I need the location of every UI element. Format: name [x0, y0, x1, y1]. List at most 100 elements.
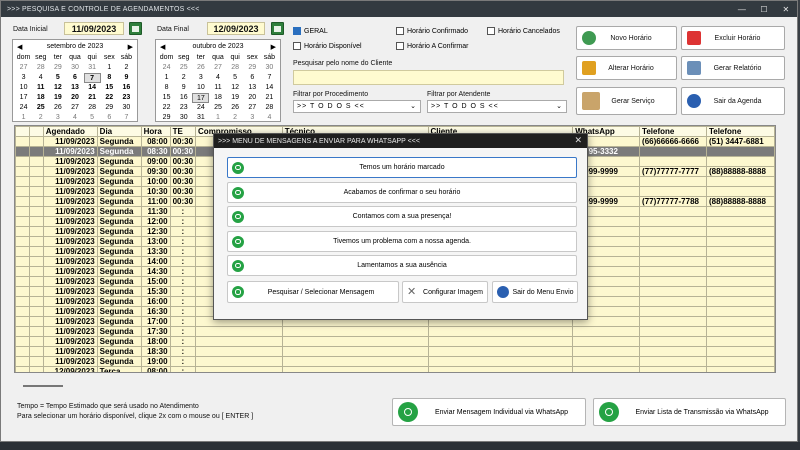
- procedimento-select[interactable]: >> T O D O S << ⌄: [293, 100, 421, 113]
- message-option[interactable]: Acabamos de confirmar o seu horário: [227, 182, 577, 203]
- checkbox-confirmado[interactable]: Horário Confirmado: [396, 27, 468, 35]
- message-option[interactable]: Lamentamos a sua ausência: [227, 255, 577, 276]
- alterar-horario-button[interactable]: Alterar Horário: [576, 56, 677, 80]
- novo-horario-button[interactable]: Novo Horário: [576, 26, 677, 50]
- enviar-individual-button[interactable]: Enviar Mensagem Individual via WhatsApp: [392, 398, 586, 426]
- column-header[interactable]: Hora: [140, 126, 171, 137]
- calendar-day[interactable]: 26: [227, 103, 244, 113]
- calendar-day[interactable]: 26: [49, 103, 66, 113]
- column-header[interactable]: Telefone: [705, 126, 775, 137]
- calendar-day[interactable]: 11: [32, 83, 49, 93]
- checkbox-cancelados[interactable]: Horário Cancelados: [487, 27, 560, 35]
- calendar-day[interactable]: 7: [118, 113, 135, 123]
- calendar-day[interactable]: 27: [209, 63, 226, 73]
- table-row[interactable]: 12/09/2023 Terça 08:00:: [15, 366, 775, 372]
- calendar-day[interactable]: 17: [15, 93, 32, 103]
- calendar-day[interactable]: 13: [244, 83, 261, 93]
- calendar-day[interactable]: 15: [158, 93, 175, 103]
- calendar-day[interactable]: 6: [101, 113, 118, 123]
- calendar-day[interactable]: 3: [15, 73, 32, 83]
- table-row[interactable]: 11/09/2023 Segunda 17:30:: [15, 326, 775, 337]
- calendar-day[interactable]: 27: [244, 103, 261, 113]
- calendar-day[interactable]: 24: [158, 63, 175, 73]
- calendar-icon[interactable]: [271, 22, 284, 35]
- checkbox-geral[interactable]: GERAL: [293, 27, 328, 35]
- calendar-day[interactable]: 16: [175, 93, 192, 103]
- prev-month-icon[interactable]: ◀: [17, 43, 22, 51]
- calendar-day[interactable]: 30: [261, 63, 278, 73]
- calendar-day[interactable]: 14: [84, 83, 101, 93]
- calendar-day[interactable]: 16: [118, 83, 135, 93]
- message-option[interactable]: Contamos com a sua presença!: [227, 206, 577, 227]
- prev-month-icon[interactable]: ◀: [160, 43, 165, 51]
- maximize-button[interactable]: ☐: [753, 1, 775, 17]
- table-row[interactable]: 11/09/2023 Segunda 18:30:: [15, 346, 775, 357]
- sair-menu-envio-button[interactable]: Sair do Menu Envio: [492, 281, 578, 303]
- calendar-day[interactable]: 7: [261, 73, 278, 83]
- calendar-day[interactable]: 26: [192, 63, 209, 73]
- calendar-day[interactable]: 19: [49, 93, 66, 103]
- next-month-icon[interactable]: ▶: [128, 43, 133, 51]
- table-row[interactable]: 11/09/2023 Segunda 18:00:: [15, 336, 775, 347]
- calendar-day[interactable]: 17: [192, 93, 210, 103]
- calendar-day[interactable]: 24: [192, 103, 209, 113]
- calendar-day[interactable]: 13: [66, 83, 83, 93]
- calendar-day[interactable]: 21: [84, 93, 101, 103]
- calendar-day[interactable]: 11: [209, 83, 226, 93]
- calendar-day[interactable]: 28: [227, 63, 244, 73]
- calendar-day[interactable]: 12: [49, 83, 66, 93]
- calendar-day[interactable]: 31: [84, 63, 101, 73]
- data-final-field[interactable]: 12/09/2023: [207, 22, 265, 35]
- calendar-day[interactable]: 3: [49, 113, 66, 123]
- calendar-day[interactable]: 28: [84, 103, 101, 113]
- calendar-day[interactable]: 3: [192, 73, 209, 83]
- calendar-day[interactable]: 31: [192, 113, 209, 123]
- data-inicial-field[interactable]: 11/09/2023: [64, 22, 124, 35]
- calendar-day[interactable]: 1: [101, 63, 118, 73]
- table-row[interactable]: 11/09/2023 Segunda 19:00:: [15, 356, 775, 367]
- calendar-day[interactable]: 29: [49, 63, 66, 73]
- calendar-day[interactable]: 2: [175, 73, 192, 83]
- calendar-day[interactable]: 10: [192, 83, 209, 93]
- column-header[interactable]: Telefone: [639, 126, 707, 137]
- calendar-day[interactable]: 30: [66, 63, 83, 73]
- calendar-day[interactable]: 29: [244, 63, 261, 73]
- calendar-day[interactable]: 18: [209, 93, 226, 103]
- calendar-day[interactable]: 4: [261, 113, 278, 123]
- gerar-relatorio-button[interactable]: Gerar Relatório: [681, 56, 785, 80]
- calendar-icon[interactable]: [129, 22, 142, 35]
- calendar-day[interactable]: 30: [175, 113, 192, 123]
- calendar-day[interactable]: 7: [83, 73, 101, 83]
- calendar-day[interactable]: 4: [66, 113, 83, 123]
- calendar-day[interactable]: 15: [101, 83, 118, 93]
- calendar-day[interactable]: 9: [175, 83, 192, 93]
- column-header[interactable]: TE: [169, 126, 197, 137]
- minimize-button[interactable]: —: [731, 1, 753, 17]
- calendar-day[interactable]: 2: [32, 113, 49, 123]
- calendar-day[interactable]: 22: [158, 103, 175, 113]
- calendar-day[interactable]: 4: [32, 73, 49, 83]
- calendar-day[interactable]: 23: [118, 93, 135, 103]
- calendar-day[interactable]: 29: [101, 103, 118, 113]
- calendar-day[interactable]: 22: [101, 93, 118, 103]
- calendar-day[interactable]: 18: [32, 93, 49, 103]
- calendar-day[interactable]: 1: [158, 73, 175, 83]
- checkbox-disponivel[interactable]: Horário Disponível: [293, 42, 362, 50]
- calendar-day[interactable]: 23: [175, 103, 192, 113]
- calendar-day[interactable]: 21: [261, 93, 278, 103]
- atendente-select[interactable]: >> T O D O S << ⌄: [427, 100, 567, 113]
- sair-agenda-button[interactable]: Sair da Agenda: [681, 87, 785, 115]
- calendar-day[interactable]: 1: [15, 113, 32, 123]
- message-option[interactable]: Tivemos um problema com a nossa agenda.: [227, 231, 577, 252]
- close-icon[interactable]: ✕: [574, 135, 582, 146]
- column-header[interactable]: Agendado: [42, 126, 98, 137]
- calendar-day[interactable]: 20: [66, 93, 83, 103]
- configurar-imagem-button[interactable]: ✕ Configurar Imagem: [402, 281, 488, 303]
- enviar-lista-button[interactable]: Enviar Lista de Transmissão via WhatsApp: [593, 398, 786, 426]
- calendar-day[interactable]: 25: [209, 103, 226, 113]
- calendar-day[interactable]: 25: [175, 63, 192, 73]
- calendar-day[interactable]: 27: [66, 103, 83, 113]
- column-header[interactable]: [28, 126, 44, 137]
- message-option[interactable]: Temos um horário marcado: [227, 157, 577, 178]
- calendar-day[interactable]: 6: [66, 73, 83, 83]
